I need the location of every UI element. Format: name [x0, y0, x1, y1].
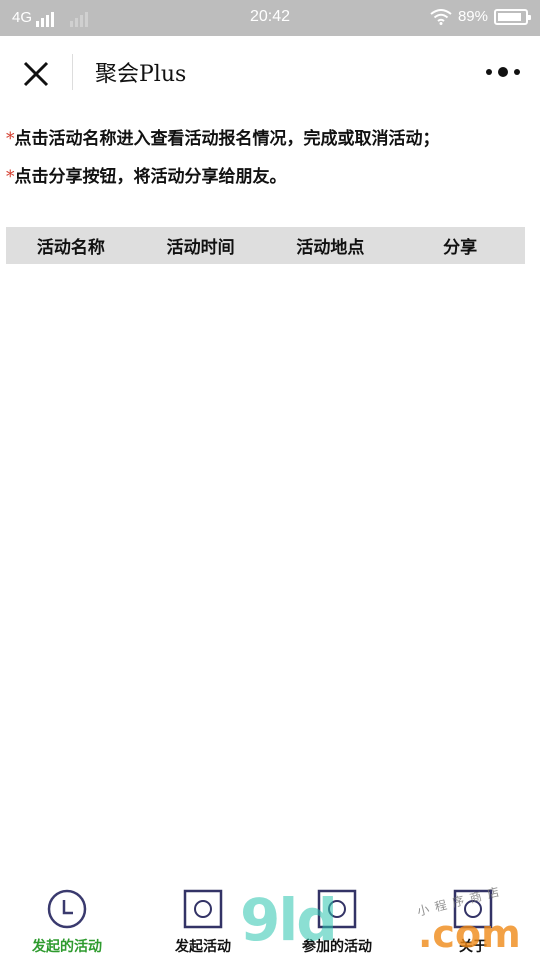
tip-item: *点击活动名称进入查看活动报名情况，完成或取消活动； — [6, 126, 526, 153]
close-icon — [23, 61, 49, 87]
watermark-tld: .com — [418, 912, 521, 956]
nav-bar: 聚会Plus — [0, 36, 540, 110]
tip-text: 点击活动名称进入查看活动报名情况，完成或取消活动； — [14, 129, 440, 149]
more-icon — [514, 69, 520, 75]
more-icon — [498, 67, 508, 77]
clock-icon — [47, 889, 87, 929]
tab-created-activities[interactable]: 发起的活动 — [12, 888, 122, 956]
more-icon — [486, 69, 492, 75]
watermark: 9ld .com 小程序商店 — [240, 883, 540, 960]
wifi-icon — [430, 8, 452, 25]
column-header-share: 分享 — [443, 238, 478, 258]
square-circle-icon — [183, 889, 223, 929]
more-button[interactable] — [486, 62, 520, 82]
column-header-name: 活动名称 — [36, 238, 105, 258]
tip-text: 点击分享按钮，将活动分享给朋友。 — [14, 167, 287, 187]
battery-fill — [498, 12, 521, 21]
activity-table-header: 活动名称 活动时间 活动地点 分享 — [6, 227, 525, 264]
battery-percent: 89% — [457, 8, 488, 25]
tip-item: *点击分享按钮，将活动分享给朋友。 — [6, 164, 526, 191]
tab-label: 发起的活动 — [32, 939, 102, 955]
instructions: *点击活动名称进入查看活动报名情况，完成或取消活动； *点击分享按钮，将活动分享… — [6, 126, 526, 202]
nav-divider — [72, 54, 73, 90]
watermark-brand: 9ld — [240, 886, 338, 954]
status-bar: 4G 20:42 89% — [0, 0, 540, 36]
column-header-location: 活动地点 — [296, 238, 365, 258]
tip-marker: * — [6, 129, 15, 149]
battery-icon — [494, 8, 531, 25]
page-title: 聚会Plus — [95, 62, 187, 87]
close-button[interactable] — [18, 56, 54, 92]
status-right: 89% — [430, 8, 531, 25]
tip-marker: * — [6, 167, 15, 187]
column-header-time: 活动时间 — [166, 238, 235, 258]
